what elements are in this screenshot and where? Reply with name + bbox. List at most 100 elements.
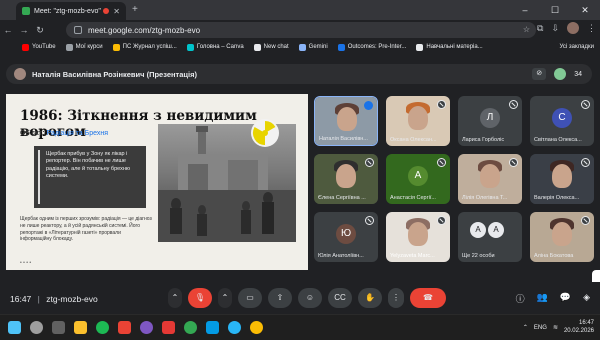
menu-icon[interactable]: ⋮ — [587, 23, 596, 34]
slide-quote-box: Щербак прибув у Зону як лікар і репортер… — [34, 146, 146, 208]
participant-name: Yelyzaveta Marc... — [390, 253, 435, 259]
minimize-button[interactable]: – — [510, 0, 540, 20]
meet-favicon-icon — [22, 7, 30, 15]
search-icon[interactable] — [30, 321, 43, 334]
participant-name: Наталія Василівн... — [319, 136, 368, 142]
captions-button[interactable]: CC — [328, 288, 352, 308]
site-info-icon[interactable] — [74, 26, 82, 34]
maximize-button[interactable]: ☐ — [540, 0, 570, 20]
bookmark-courses[interactable]: Мої курси — [65, 43, 103, 51]
forward-button[interactable]: → — [16, 25, 32, 35]
presenter-label: Наталія Василівна Розінкевич (Презентаці… — [32, 69, 197, 79]
participant-name: Анастасія Сергії... — [390, 195, 436, 201]
opera-icon[interactable] — [162, 321, 175, 334]
participant-count: 34 — [574, 70, 582, 78]
participant-tile[interactable]: Єлена Сергіївна ... — [314, 154, 378, 204]
participant-tile[interactable]: Валерія Олекса... — [530, 154, 594, 204]
participant-face — [337, 107, 357, 131]
participant-tile[interactable]: Оксана Олексан... — [386, 96, 450, 146]
speaking-indicator-icon — [364, 101, 373, 110]
participant-tile[interactable]: Yelyzaveta Marc... — [386, 212, 450, 262]
bookmark-youtube[interactable]: YouTube — [22, 43, 56, 51]
reload-button[interactable]: ↻ — [32, 25, 48, 36]
mic-off-icon — [365, 158, 374, 167]
language-indicator[interactable]: ENG — [534, 325, 547, 331]
more-options-button[interactable]: ⋮ — [388, 288, 404, 308]
new-tab-button[interactable]: + — [132, 4, 138, 15]
participant-initial: Л — [480, 108, 500, 128]
wifi-icon[interactable]: ≋ — [553, 324, 558, 331]
activities-icon[interactable]: ◈ — [583, 292, 590, 305]
bookmark-journal[interactable]: ПС Журнал успіш... — [112, 43, 177, 51]
more-participants-label: Ще 22 особи — [462, 253, 495, 259]
bookmark-outcomes[interactable]: Outcomes: Pre-Inter... — [337, 43, 406, 51]
meeting-time: 16:47 — [10, 294, 32, 304]
chrome-profile-icon[interactable] — [250, 321, 263, 334]
participant-face — [336, 164, 356, 188]
journal-icon — [112, 43, 120, 51]
mic-off-icon — [581, 216, 590, 225]
participant-tile[interactable]: Аліна Бокатова — [530, 212, 594, 262]
back-button[interactable]: ← — [0, 25, 16, 35]
bookmark-materials[interactable]: Навчальні матеріа... — [416, 43, 483, 51]
emoji-button[interactable]: ☺ — [298, 288, 322, 308]
mic-off-icon — [437, 216, 446, 225]
tab-meet[interactable]: Meet: "ztg-mozb-evo" ✕ — [16, 2, 126, 20]
mail-icon[interactable] — [206, 321, 219, 334]
mic-off-icon — [581, 158, 590, 167]
participant-name: Оксана Олексан... — [390, 137, 437, 143]
task-view-icon[interactable] — [52, 321, 65, 334]
more-avatars: А А — [470, 222, 504, 238]
slide-nav-dots[interactable]: • • • • — [20, 260, 31, 266]
bookmark-gemini[interactable]: Gemini — [298, 43, 328, 51]
meeting-code: ztg-mozb-evo — [46, 294, 98, 304]
media-icon[interactable] — [118, 321, 131, 334]
bookmark-new-chat[interactable]: New chat — [253, 43, 289, 51]
start-icon[interactable] — [8, 321, 21, 334]
hide-presentation-icon[interactable]: ⊘ — [532, 68, 547, 80]
outcomes-icon — [337, 43, 345, 51]
address-bar[interactable]: meet.google.com/ztg-mozb-evo ☆ — [66, 22, 536, 38]
participant-face — [480, 164, 500, 188]
mic-off-icon — [437, 158, 446, 167]
radiation-icon — [251, 119, 279, 147]
participants-icon[interactable] — [554, 68, 567, 80]
raise-hand-button[interactable]: ✋ — [358, 288, 382, 308]
system-tray-arrow-icon[interactable]: ⌃ — [523, 324, 528, 331]
chrome-icon[interactable] — [184, 321, 197, 334]
bookmark-canva[interactable]: Головна – Canva — [186, 43, 244, 51]
system-clock[interactable]: 16:47 20.02.2026 — [564, 320, 594, 336]
camera-options-button[interactable]: ⌃ — [218, 288, 232, 308]
camera-toggle-button[interactable]: ▭ — [238, 288, 262, 308]
participant-tile[interactable]: С Світлана Олекса... — [530, 96, 594, 146]
mic-toggle-button[interactable]: 🎙 — [188, 288, 212, 308]
close-window-button[interactable]: ✕ — [570, 0, 600, 20]
participant-tile[interactable]: Наталія Василівн... — [314, 96, 378, 146]
spotify-icon[interactable] — [96, 321, 109, 334]
participant-tile[interactable]: Лілія Олегівна Т... — [458, 154, 522, 204]
recording-dot-icon — [103, 8, 110, 14]
people-icon[interactable]: 👥 — [537, 292, 548, 305]
leave-call-button[interactable]: ☎ — [410, 288, 446, 308]
all-bookmarks[interactable]: Усі закладки — [559, 40, 594, 54]
youtube-icon — [22, 43, 29, 51]
participant-name: Лариса Горболіс — [462, 137, 505, 143]
participant-initial: А — [408, 166, 428, 186]
present-button[interactable]: ⇧ — [268, 288, 292, 308]
participant-tile[interactable]: Ю Юлія Анатоліївн... — [314, 212, 378, 262]
mic-options-button[interactable]: ⌃ — [168, 288, 182, 308]
telegram-icon[interactable] — [228, 321, 241, 334]
participant-tile[interactable]: Л Лариса Горболіс — [458, 96, 522, 146]
tab-title: Meet: "ztg-mozb-evo" — [34, 7, 101, 15]
more-participants-tile[interactable]: А А Ще 22 особи — [458, 212, 522, 262]
bookmark-star-icon[interactable]: ☆ — [523, 25, 530, 34]
close-tab-icon[interactable]: ✕ — [113, 7, 120, 16]
chat-icon[interactable]: 💬 — [560, 292, 571, 305]
file-explorer-icon[interactable] — [74, 321, 87, 334]
participant-tile[interactable]: А Анастасія Сергії... — [386, 154, 450, 204]
info-icon[interactable]: ⓘ — [516, 292, 525, 305]
viber-icon[interactable] — [140, 321, 153, 334]
downloads-icon[interactable]: ⇩ — [551, 23, 559, 34]
extensions-icon[interactable]: ⧉ — [537, 23, 543, 34]
profile-avatar[interactable] — [567, 22, 579, 34]
